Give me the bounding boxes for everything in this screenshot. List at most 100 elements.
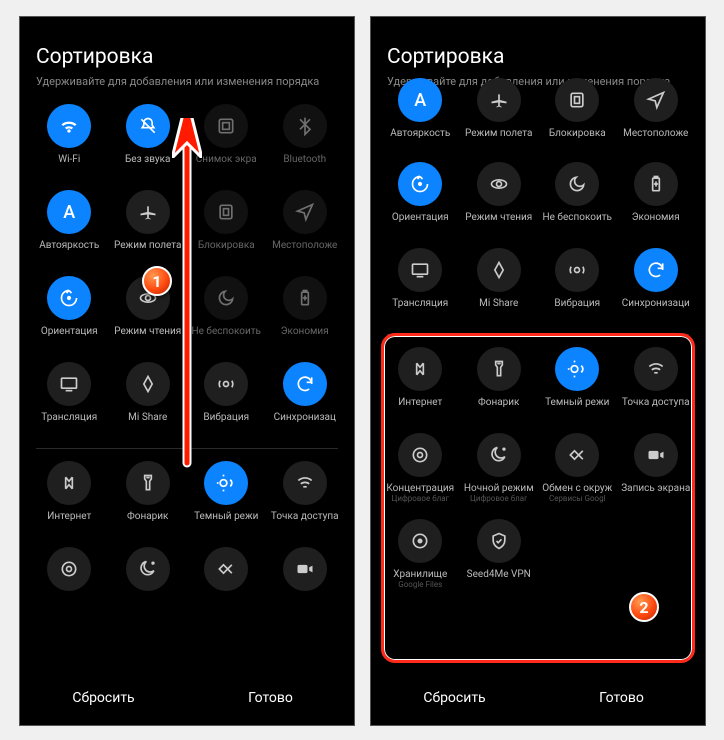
qs-tile-orientation[interactable]: Ориентация: [32, 276, 107, 354]
qs-tile-airplane[interactable]: Режим полета: [111, 190, 186, 268]
qs-tile-mishare[interactable]: Mi Share: [462, 248, 537, 326]
mishare-icon: [126, 362, 170, 406]
wifi-icon: [47, 104, 91, 148]
tile-label: Точка доступа: [622, 397, 690, 408]
qs-tile-sync[interactable]: Синхронизац: [268, 362, 343, 440]
done-button[interactable]: Готово: [187, 671, 354, 725]
qs-tile-reading[interactable]: Режим чтения: [462, 162, 537, 240]
location-icon: [283, 190, 327, 234]
autobright-icon: A: [47, 190, 91, 234]
tile-label: Точка доступа: [271, 511, 339, 522]
qs-tile-airplane[interactable]: Режим полета: [462, 102, 537, 156]
tile-label: Интернет: [398, 397, 442, 408]
reset-button[interactable]: Сбросить: [371, 671, 538, 725]
qs-tile-internet[interactable]: Интернет: [32, 461, 107, 539]
qs-tile-nearby[interactable]: Обмен с окружСервисы Googl: [540, 433, 615, 511]
qs-tile-nearby[interactable]: [189, 547, 264, 625]
qs-tile-focus[interactable]: [32, 547, 107, 625]
page-title: Сортировка: [387, 45, 689, 69]
qs-tile-vpn[interactable]: Seed4Me VPN: [462, 519, 537, 597]
focus-icon: [398, 433, 442, 477]
orientation-icon: [398, 162, 442, 206]
record-icon: [634, 433, 678, 477]
tile-label: Bluetooth: [283, 154, 326, 165]
qs-tile-cast[interactable]: Трансляция: [383, 248, 458, 326]
qs-tile-mute[interactable]: Без звука: [111, 104, 186, 182]
qs-tile-orientation[interactable]: Ориентация: [383, 162, 458, 240]
qs-tile-battery[interactable]: Экономия: [619, 162, 694, 240]
qs-tile-bluetooth[interactable]: Bluetooth: [268, 104, 343, 182]
tile-label: Не беспокоить: [543, 212, 612, 223]
divider: [387, 334, 689, 335]
qs-tile-vibration[interactable]: Вибрация: [540, 248, 615, 326]
footer-bar: Сбросить Готово: [20, 671, 354, 725]
qs-tile-record[interactable]: [268, 547, 343, 625]
qs-tile-battery[interactable]: Экономия: [268, 276, 343, 354]
qs-tile-screenshot[interactable]: Снимок экра: [189, 104, 264, 182]
tile-label: Местоположе: [623, 128, 688, 139]
qs-tile-storage[interactable]: ХранилищеGoogle Files: [383, 519, 458, 597]
qs-tile-flashlight[interactable]: Фонарик: [111, 461, 186, 539]
qs-tile-dnd[interactable]: Не беспокоить: [540, 162, 615, 240]
hotspot-icon: [634, 347, 678, 391]
storage-icon: [398, 519, 442, 563]
tile-label: Без звука: [125, 154, 170, 165]
tile-label: Вибрация: [554, 298, 600, 309]
battery-icon: [634, 162, 678, 206]
lock-icon: [204, 190, 248, 234]
qs-tile-mishare[interactable]: Mi Share: [111, 362, 186, 440]
qs-tile-darkmode[interactable]: Темный режи: [540, 347, 615, 425]
screenshot-icon: [204, 104, 248, 148]
flashlight-icon: [126, 461, 170, 505]
vibration-icon: [555, 248, 599, 292]
reset-button[interactable]: Сбросить: [20, 671, 187, 725]
tile-label: Концентрация: [386, 483, 454, 494]
right-screenshot: Сортировка Удерживайте для добавления ил…: [370, 16, 706, 726]
qs-tile-darkmode[interactable]: Темный режи: [189, 461, 264, 539]
qs-tile-autobright[interactable]: AАвтояркость: [383, 102, 458, 156]
qs-tile-location[interactable]: Местоположе: [619, 102, 694, 156]
qs-tile-autobright[interactable]: AАвтояркость: [32, 190, 107, 268]
darkmode-icon: [204, 461, 248, 505]
qs-tile-flashlight[interactable]: Фонарик: [462, 347, 537, 425]
qs-tile-dnd[interactable]: Не беспокоить: [189, 276, 264, 354]
cast-icon: [398, 248, 442, 292]
qs-tile-location[interactable]: Местоположе: [268, 190, 343, 268]
nearby-icon: [555, 433, 599, 477]
qs-tile-lock[interactable]: Блокировка: [540, 102, 615, 156]
qs-tile-record[interactable]: Запись экрана: [619, 433, 694, 511]
qs-tile-lock[interactable]: Блокировка: [189, 190, 264, 268]
qs-tile-wifi[interactable]: Wi-Fi: [32, 104, 107, 182]
record-icon: [283, 547, 327, 591]
qs-tile-night[interactable]: [111, 547, 186, 625]
qs-tile-hotspot[interactable]: Точка доступа: [268, 461, 343, 539]
tile-label: Темный режи: [194, 511, 258, 522]
battery-icon: [283, 276, 327, 320]
nearby-icon: [204, 547, 248, 591]
done-button[interactable]: Готово: [538, 671, 705, 725]
tile-label: Ночной режим: [464, 483, 534, 494]
qs-tile-internet[interactable]: Интернет: [383, 347, 458, 425]
tile-sublabel: Цифровое благ: [470, 494, 527, 503]
tiles-grid-bottom: ИнтернетФонарик Темный режи Точка доступа: [20, 455, 354, 631]
qs-tile-vibration[interactable]: Вибрация: [189, 362, 264, 440]
night-icon: [477, 433, 521, 477]
dnd-icon: [555, 162, 599, 206]
autobright-icon: A: [398, 78, 442, 122]
tile-label: Wi-Fi: [58, 154, 80, 165]
reading-icon: [126, 276, 170, 320]
tile-label: Блокировка: [549, 128, 606, 139]
qs-tile-focus[interactable]: КонцентрацияЦифровое благ: [383, 433, 458, 511]
tile-label: Блокировка: [198, 240, 255, 251]
page-subtitle: Удерживайте для добавления или изменения…: [36, 75, 338, 88]
qs-tile-reading[interactable]: Режим чтения: [111, 276, 186, 354]
qs-tile-cast[interactable]: Трансляция: [32, 362, 107, 440]
left-screenshot: Сортировка Удерживайте для добавления ил…: [19, 16, 355, 726]
location-icon: [634, 78, 678, 122]
qs-tile-sync[interactable]: Синхронизаци: [619, 248, 694, 326]
qs-tile-hotspot[interactable]: Точка доступа: [619, 347, 694, 425]
qs-tile-night[interactable]: Ночной режимЦифровое благ: [462, 433, 537, 511]
tile-sublabel: Google Files: [398, 580, 442, 589]
footer-bar: Сбросить Готово: [371, 671, 705, 725]
bluetooth-icon: [283, 104, 327, 148]
